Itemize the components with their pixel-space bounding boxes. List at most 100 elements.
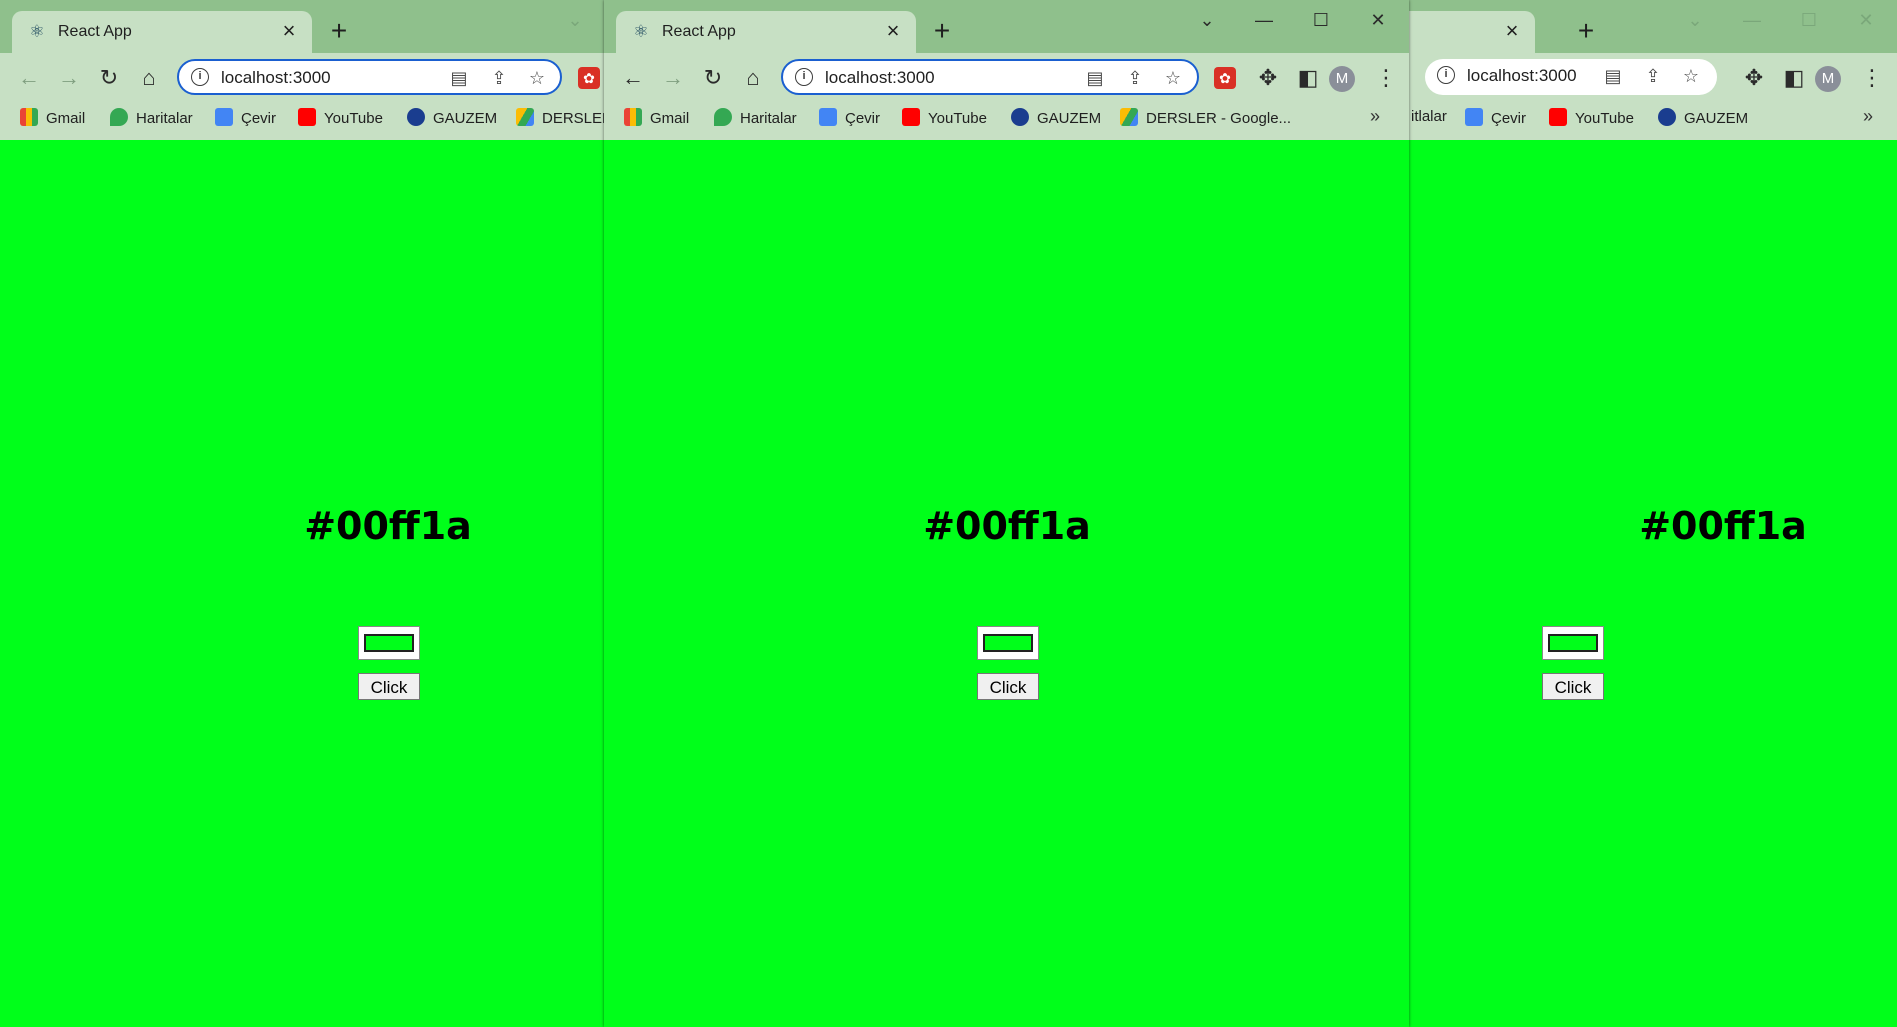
profile-avatar[interactable]: M: [1815, 66, 1841, 92]
tab-react-app[interactable]: ⚛ React App ×: [616, 11, 916, 53]
minimize-icon[interactable]: —: [1732, 8, 1772, 32]
address-bar[interactable]: i localhost:3000 ▤ ⇪ ☆: [177, 59, 562, 95]
share-icon[interactable]: ⇪: [1641, 64, 1665, 88]
tab-react-app[interactable]: ⚛ React App ×: [12, 11, 312, 53]
new-tab-button[interactable]: +: [325, 17, 353, 46]
bookmark-gmail[interactable]: Gmail: [624, 108, 689, 132]
puzzle-icon[interactable]: ✥: [1253, 63, 1283, 93]
bookmark-haritalar[interactable]: Haritalar: [110, 108, 193, 132]
bookmark-gmail[interactable]: Gmail: [20, 108, 85, 132]
tab-title: React App: [58, 23, 132, 40]
title-bar: × + ⌄ — ☐ ✕: [1409, 0, 1897, 53]
color-input[interactable]: [977, 626, 1039, 660]
color-swatch: [983, 634, 1033, 652]
tab-title: React App: [662, 23, 736, 40]
bookmark-youtube[interactable]: YouTube: [1549, 108, 1634, 132]
gauzem-icon: [1011, 108, 1029, 126]
browser-window-right: × + ⌄ — ☐ ✕ i localhost:3000 ▤ ⇪ ☆ ✥ ◧ M…: [1409, 0, 1897, 1027]
bookmark-youtube[interactable]: YouTube: [298, 108, 383, 132]
bookmark-haritalar[interactable]: Haritalar: [714, 108, 797, 132]
page-content: [604, 140, 1409, 1027]
url-text: localhost:3000: [825, 68, 935, 87]
bookmark-youtube[interactable]: YouTube: [902, 108, 987, 132]
browser-window-middle: ⚛ React App × + ⌄ — ☐ ✕ ← → ↻ ⌂ i localh…: [604, 0, 1409, 1027]
tab-search-icon[interactable]: ⌄: [555, 8, 595, 32]
maximize-icon[interactable]: ☐: [1789, 8, 1829, 32]
react-icon: ⚛: [633, 22, 649, 41]
bookmark-gauzem[interactable]: GAUZEM: [407, 108, 497, 132]
toolbar: ← → ↻ ⌂ i localhost:3000 ▤ ⇪ ☆ ✿ ✥ ◧ M ⋮…: [604, 53, 1409, 154]
home-icon[interactable]: ⌂: [738, 63, 768, 93]
page-content: [1409, 140, 1897, 1027]
title-bar: ⚛ React App × + ⌄ — ☐ ✕: [604, 0, 1409, 53]
extension-icon[interactable]: ✿: [1214, 67, 1236, 89]
forward-arrow-icon[interactable]: →: [54, 63, 84, 93]
share-icon[interactable]: ⇪: [487, 66, 511, 90]
reload-icon[interactable]: ↻: [698, 63, 728, 93]
youtube-icon: [902, 108, 920, 126]
maps-icon: [110, 108, 128, 126]
info-icon[interactable]: i: [1437, 66, 1455, 84]
star-icon[interactable]: ☆: [1679, 64, 1703, 88]
tab-react-app[interactable]: ×: [1409, 11, 1535, 53]
new-tab-button[interactable]: +: [928, 17, 956, 46]
tab-search-icon[interactable]: ⌄: [1187, 8, 1227, 32]
gmail-icon: [624, 108, 642, 126]
translate-icon[interactable]: ▤: [447, 66, 471, 90]
back-arrow-icon[interactable]: ←: [618, 63, 648, 93]
translate-icon[interactable]: ▤: [1083, 66, 1107, 90]
drive-icon: [1120, 108, 1138, 126]
click-button[interactable]: Click: [358, 673, 420, 700]
star-icon[interactable]: ☆: [1161, 66, 1185, 90]
close-window-icon[interactable]: ✕: [1846, 8, 1886, 32]
address-bar[interactable]: i localhost:3000 ▤ ⇪ ☆: [781, 59, 1199, 95]
tab-search-icon[interactable]: ⌄: [1675, 8, 1715, 32]
close-tab-icon[interactable]: ×: [1501, 20, 1523, 42]
share-icon[interactable]: ⇪: [1123, 66, 1147, 90]
bookmark-dersler[interactable]: DERSLER: [516, 108, 604, 132]
bookmark-cevir[interactable]: Çevir: [1465, 108, 1526, 132]
color-input[interactable]: [1542, 626, 1604, 660]
reload-icon[interactable]: ↻: [94, 63, 124, 93]
puzzle-icon[interactable]: ✥: [1739, 63, 1769, 93]
gauzem-icon: [1658, 108, 1676, 126]
click-button[interactable]: Click: [977, 673, 1039, 700]
profile-avatar[interactable]: M: [1329, 66, 1355, 92]
close-window-icon[interactable]: ✕: [1358, 8, 1398, 32]
bookmark-gauzem[interactable]: GAUZEM: [1658, 108, 1748, 132]
minimize-icon[interactable]: —: [1244, 8, 1284, 32]
bookmark-cevir[interactable]: Çevir: [819, 108, 880, 132]
address-bar[interactable]: i localhost:3000 ▤ ⇪ ☆: [1425, 59, 1717, 95]
more-bookmarks-button[interactable]: »: [1370, 106, 1380, 127]
bookmark-cevir[interactable]: Çevir: [215, 108, 276, 132]
bookmark-dersler[interactable]: DERSLER - Google...: [1120, 108, 1291, 132]
color-swatch: [1548, 634, 1598, 652]
color-swatch: [364, 634, 414, 652]
color-input[interactable]: [358, 626, 420, 660]
kebab-menu-icon[interactable]: ⋮: [1857, 63, 1887, 93]
star-icon[interactable]: ☆: [525, 66, 549, 90]
side-panel-icon[interactable]: ◧: [1779, 63, 1809, 93]
more-bookmarks-button[interactable]: »: [1863, 106, 1873, 127]
kebab-menu-icon[interactable]: ⋮: [1371, 63, 1401, 93]
bookmark-gauzem[interactable]: GAUZEM: [1011, 108, 1101, 132]
youtube-icon: [298, 108, 316, 126]
bookmark-haritalar[interactable]: itlalar: [1411, 108, 1447, 132]
click-button[interactable]: Click: [1542, 673, 1604, 700]
hex-color-label: #00ff1a: [1639, 504, 1807, 548]
close-tab-icon[interactable]: ×: [278, 20, 300, 42]
translate-icon[interactable]: ▤: [1601, 64, 1625, 88]
react-icon: ⚛: [29, 22, 45, 41]
info-icon[interactable]: i: [191, 68, 209, 86]
back-arrow-icon[interactable]: ←: [14, 63, 44, 93]
extension-icon[interactable]: ✿: [578, 67, 600, 89]
close-tab-icon[interactable]: ×: [882, 20, 904, 42]
info-icon[interactable]: i: [795, 68, 813, 86]
side-panel-icon[interactable]: ◧: [1293, 63, 1323, 93]
maximize-icon[interactable]: ☐: [1301, 8, 1341, 32]
new-tab-button[interactable]: +: [1572, 17, 1600, 46]
forward-arrow-icon[interactable]: →: [658, 63, 688, 93]
home-icon[interactable]: ⌂: [134, 63, 164, 93]
toolbar: i localhost:3000 ▤ ⇪ ☆ ✥ ◧ M ⋮ itlalar Ç…: [1409, 53, 1897, 154]
translate-icon: [1465, 108, 1483, 126]
